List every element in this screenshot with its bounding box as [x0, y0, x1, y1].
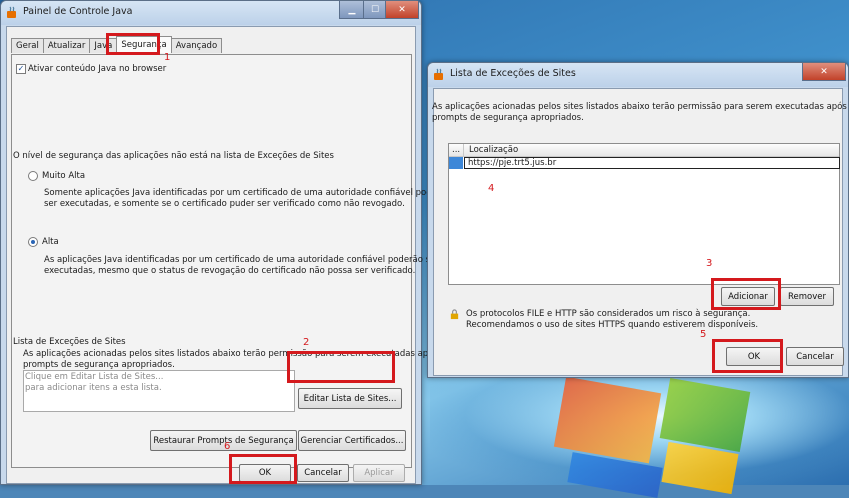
edit-site-list-button[interactable]: Editar Lista de Sites... — [298, 388, 402, 409]
maximize-button[interactable]: ☐ — [363, 1, 387, 19]
manage-certificates-button[interactable]: Gerenciar Certificados... — [298, 430, 406, 451]
cancel-button[interactable]: Cancelar — [297, 464, 349, 482]
tab-atualizar[interactable]: Atualizar — [42, 38, 91, 53]
dialog-client-area: As aplicações acionadas pelos sites list… — [432, 88, 849, 376]
very-high-label: Muito Alta — [42, 171, 86, 181]
exception-list-placeholder-line2: para adicionar itens a esta lista. — [25, 383, 162, 393]
warning-line1: Os protocolos FILE e HTTP são considerad… — [466, 309, 751, 319]
highlight-box-add — [711, 278, 781, 310]
java-icon — [7, 6, 16, 18]
url-input-value: https://pje.trt5.jus.br — [468, 158, 557, 168]
exception-list-desc-line2: prompts de segurança apropriados. — [23, 360, 175, 370]
enable-java-label: Ativar conteúdo Java no browser — [28, 64, 167, 74]
window-client-area: Geral Atualizar Java Segurança Avançado … — [6, 26, 451, 484]
table-row[interactable]: https://pje.trt5.jus.br — [449, 157, 840, 169]
window-title: Painel de Controle Java — [23, 6, 133, 17]
highlight-box-ok — [229, 454, 297, 484]
high-label: Alta — [42, 237, 59, 247]
tab-geral[interactable]: Geral — [11, 38, 44, 53]
dialog-desc-line2: prompts de segurança apropriados. — [432, 113, 584, 123]
column-header-location[interactable]: Localização — [469, 145, 518, 155]
warning-line2: Recomendamos o uso de sites HTTPS quando… — [466, 320, 759, 330]
very-high-desc-line2: ser executadas, e somente se o certifica… — [44, 199, 405, 209]
url-input[interactable]: https://pje.trt5.jus.br — [464, 157, 840, 169]
dialog-close-button[interactable]: ✕ — [802, 63, 846, 81]
enable-java-checkbox[interactable]: ✓ — [16, 64, 26, 74]
site-exception-list-dialog: Lista de Exceções de Sites ✕ As aplicaçõ… — [427, 62, 849, 378]
close-icon: ✕ — [820, 66, 828, 77]
security-level-heading: O nível de segurança das aplicações não … — [13, 151, 334, 161]
minimize-icon: ▁ — [348, 4, 356, 15]
column-divider — [463, 144, 464, 156]
site-table: ... Localização https://pje.trt5.jus.br — [448, 143, 840, 285]
tab-avancado[interactable]: Avançado — [170, 38, 223, 53]
exception-list-box[interactable]: Clique em Editar Lista de Sites... para … — [23, 370, 295, 412]
minimize-button[interactable]: ▁ — [339, 1, 365, 19]
dialog-title: Lista de Exceções de Sites — [450, 68, 576, 79]
close-button[interactable]: ✕ — [385, 1, 419, 19]
java-control-panel-window: Painel de Controle Java ▁ ☐ ✕ Geral Atua… — [0, 0, 451, 485]
apply-button[interactable]: Aplicar — [353, 464, 405, 482]
high-desc-line1: As aplicações Java identificadas por um … — [44, 255, 439, 265]
exception-list-placeholder-line1: Clique em Editar Lista de Sites... — [25, 372, 164, 382]
annotation-number: 5 — [700, 329, 707, 340]
dialog-desc-line1: As aplicações acionadas pelos sites list… — [432, 102, 849, 112]
exception-list-heading: Lista de Exceções de Sites — [13, 337, 126, 347]
remove-button[interactable]: Remover — [780, 287, 834, 306]
security-tab-panel: ✓ Ativar conteúdo Java no browser O níve… — [11, 54, 451, 468]
close-icon: ✕ — [398, 4, 406, 15]
dialog-title-bar[interactable]: Lista de Exceções de Sites ✕ — [428, 63, 848, 87]
title-bar[interactable]: Painel de Controle Java ▁ ☐ ✕ — [1, 1, 421, 25]
highlight-box-security-tab — [106, 33, 160, 55]
annotation-number: 3 — [706, 258, 713, 269]
dialog-cancel-button[interactable]: Cancelar — [786, 347, 844, 366]
maximize-icon: ☐ — [370, 4, 380, 15]
annotation-number: 4 — [488, 183, 495, 194]
highlight-box-edit-list — [287, 351, 395, 383]
table-header: ... Localização — [449, 144, 839, 157]
annotation-number: 2 — [303, 337, 310, 348]
annotation-number: 1 — [164, 52, 171, 63]
column-header-index: ... — [452, 145, 461, 155]
very-high-desc-line1: Somente aplicações Java identificadas po… — [44, 188, 451, 198]
java-icon — [434, 68, 443, 80]
highlight-box-dialog-ok — [712, 339, 783, 373]
high-radio[interactable] — [28, 237, 38, 247]
very-high-radio[interactable] — [28, 171, 38, 181]
annotation-number: 6 — [224, 441, 231, 452]
lock-warning-icon — [450, 309, 459, 320]
row-selection-cell — [449, 157, 463, 169]
high-desc-line2: executadas, mesmo que o status de revoga… — [44, 266, 416, 276]
